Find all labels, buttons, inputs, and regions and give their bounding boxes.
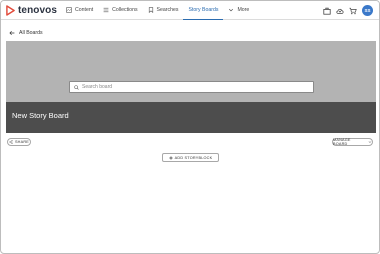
nav-item-label: Searches	[156, 7, 179, 13]
chevron-down-icon	[229, 8, 234, 12]
share-button[interactable]: SHARE	[7, 138, 31, 146]
board-search-field[interactable]	[69, 81, 314, 93]
nav-item-story-boards[interactable]: Story Boards	[183, 1, 224, 20]
manage-label: MANAGE BOARD	[333, 138, 351, 146]
back-label: All Boards	[19, 30, 43, 36]
bookmark-icon	[148, 7, 153, 13]
share-label: SHARE	[14, 140, 30, 144]
main-nav: Content Collections Searches Story Board…	[61, 1, 254, 20]
board-search-input[interactable]	[82, 84, 302, 90]
add-storyblock-button[interactable]: ADD STORYBLOCK	[162, 153, 219, 162]
cloud-upload-icon[interactable]	[336, 7, 344, 15]
share-icon	[9, 140, 13, 144]
brand-name: tenovos	[18, 5, 58, 16]
nav-item-label: Content	[75, 7, 94, 13]
nav-item-more[interactable]: More	[223, 1, 254, 20]
nav-item-content[interactable]: Content	[61, 1, 98, 20]
manage-board-button[interactable]: MANAGE BOARD	[332, 138, 373, 146]
plus-icon	[169, 155, 173, 160]
back-to-all-boards-link[interactable]: All Boards	[9, 30, 43, 36]
search-icon	[74, 84, 79, 90]
toolbar-right: SS	[318, 4, 373, 17]
board-title[interactable]: New Story Board	[12, 111, 69, 120]
briefcase-icon[interactable]	[323, 7, 331, 15]
collections-icon	[103, 7, 109, 13]
nav-item-label: More	[237, 7, 250, 13]
add-storyblock-label: ADD STORYBLOCK	[174, 155, 213, 160]
brand-logo[interactable]: tenovos	[6, 4, 57, 17]
content-icon	[66, 7, 72, 13]
chevron-down-icon	[368, 141, 372, 143]
story-board-banner: New Story Board	[6, 41, 376, 133]
user-avatar[interactable]: SS	[362, 5, 373, 16]
nav-item-searches[interactable]: Searches	[143, 1, 184, 20]
app-window: tenovos Content Collections Searches Sto…	[0, 0, 380, 254]
tenovos-logo-icon	[6, 5, 15, 16]
top-navigation-bar: tenovos Content Collections Searches Sto…	[1, 1, 379, 20]
nav-item-label: Story Boards	[188, 7, 219, 13]
arrow-left-icon	[9, 30, 15, 36]
cart-icon[interactable]	[349, 7, 357, 15]
nav-item-collections[interactable]: Collections	[98, 1, 142, 20]
nav-item-label: Collections	[112, 7, 138, 13]
banner-title-band: New Story Board	[6, 102, 376, 133]
